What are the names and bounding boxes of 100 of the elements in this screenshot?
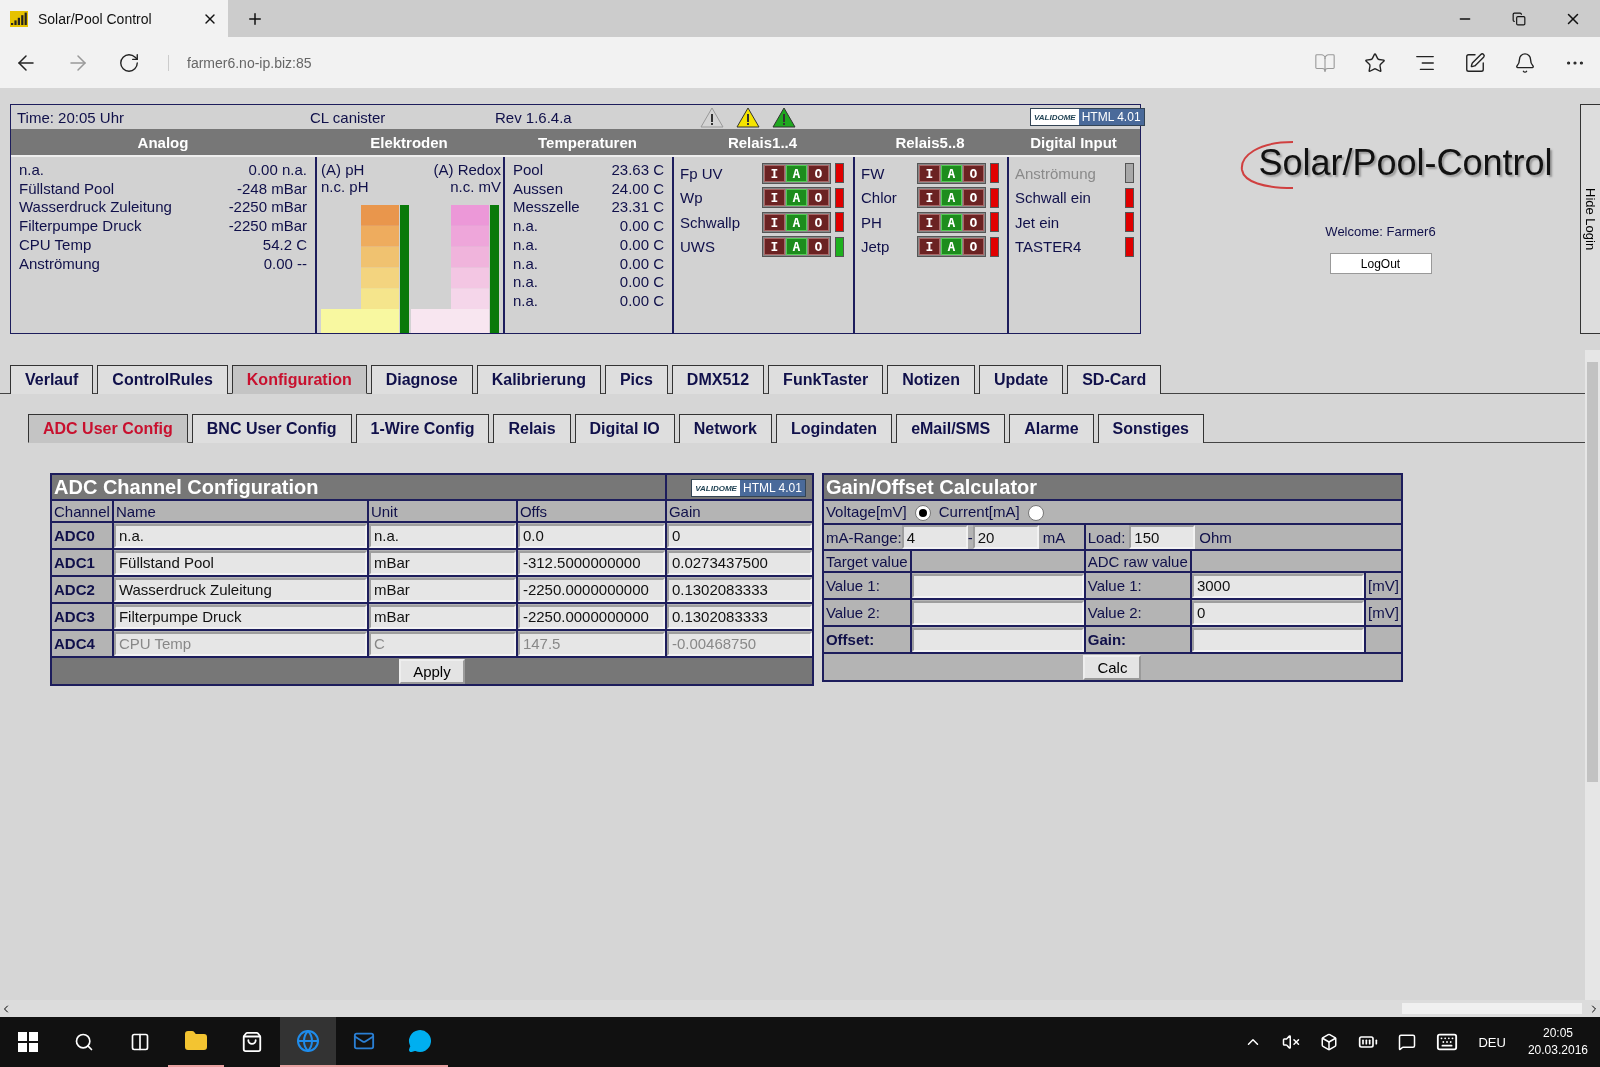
- section-heading: Relais5..8: [894, 132, 966, 153]
- tab[interactable]: Kalibrierung: [476, 365, 601, 394]
- text-field[interactable]: Füllstand Pool: [113, 550, 367, 575]
- sub-tab[interactable]: Network: [678, 414, 772, 443]
- text-field[interactable]: Wasserdruck Zuleitung: [113, 577, 367, 602]
- folder-icon[interactable]: [184, 1029, 208, 1053]
- browser-tab[interactable]: Solar/Pool Control: [0, 0, 228, 37]
- mode-button[interactable]: A: [941, 189, 962, 207]
- mode-button[interactable]: I: [919, 189, 940, 207]
- apply-button[interactable]: Apply: [399, 658, 465, 684]
- chat-icon[interactable]: [408, 1029, 432, 1053]
- keyboard-icon[interactable]: [1436, 1031, 1459, 1053]
- sensor-name: Pool: [513, 161, 544, 180]
- mode-button[interactable]: I: [764, 164, 785, 182]
- text-field[interactable]: 0.1302083333: [666, 604, 812, 629]
- tab[interactable]: DMX512: [671, 365, 765, 394]
- sub-tab[interactable]: Sonstiges: [1097, 414, 1204, 443]
- address-field[interactable]: farmer6.no-ip.biz:85: [168, 54, 312, 71]
- notification-icon[interactable]: [1398, 1033, 1417, 1051]
- radio-button[interactable]: [914, 505, 931, 521]
- text-field[interactable]: mBar: [368, 550, 516, 575]
- radio-button[interactable]: [1027, 505, 1044, 521]
- text-field[interactable]: -312.5000000000: [517, 550, 665, 575]
- windows-icon[interactable]: [18, 1032, 38, 1052]
- calc-button[interactable]: Calc: [1083, 654, 1142, 680]
- text-field[interactable]: 150: [1129, 525, 1196, 549]
- mode-button[interactable]: A: [786, 189, 807, 207]
- mode-button[interactable]: A: [786, 164, 807, 182]
- mode-button[interactable]: O: [963, 213, 984, 231]
- mode-button[interactable]: O: [808, 189, 829, 207]
- box-icon[interactable]: [1320, 1033, 1339, 1051]
- tab[interactable]: Verlauf: [10, 365, 94, 394]
- globe-icon[interactable]: [296, 1029, 320, 1053]
- sub-tab[interactable]: Alarme: [1009, 414, 1094, 443]
- tab[interactable]: Update: [978, 365, 1064, 394]
- column-header: ADC raw value: [1085, 551, 1190, 571]
- text-field[interactable]: 0.0: [517, 523, 665, 548]
- logout-button[interactable]: LogOut: [1329, 253, 1432, 274]
- text-field[interactable]: n.a.: [368, 523, 516, 548]
- text-field[interactable]: n.a.: [113, 523, 367, 548]
- mode-button[interactable]: A: [941, 213, 962, 231]
- store-icon[interactable]: [241, 1031, 263, 1053]
- restore-icon[interactable]: [1512, 11, 1526, 26]
- sub-tab[interactable]: Logindaten: [775, 414, 893, 443]
- mode-button[interactable]: A: [941, 164, 962, 182]
- text-field[interactable]: -2250.0000000000: [517, 604, 665, 629]
- mute-icon[interactable]: [1282, 1033, 1301, 1051]
- text-field[interactable]: [911, 627, 1084, 652]
- text-field[interactable]: 4: [901, 525, 968, 549]
- text-field[interactable]: [911, 573, 1084, 598]
- mode-button[interactable]: I: [764, 213, 785, 231]
- mode-button[interactable]: O: [963, 164, 984, 182]
- mode-button[interactable]: A: [786, 238, 807, 256]
- mode-button[interactable]: I: [764, 238, 785, 256]
- text-field[interactable]: -2250.0000000000: [517, 577, 665, 602]
- text-field[interactable]: mBar: [368, 604, 516, 629]
- sensor-name: Messzelle: [513, 198, 580, 218]
- text-field[interactable]: 3000: [1191, 573, 1364, 598]
- sub-tab[interactable]: Digital IO: [574, 414, 675, 443]
- tab[interactable]: Diagnose: [370, 365, 473, 394]
- text-field[interactable]: 0.1302083333: [666, 577, 812, 602]
- mode-button[interactable]: I: [919, 164, 940, 182]
- hide-login-tab[interactable]: Hide Login: [1580, 104, 1600, 334]
- favorite-icon[interactable]: [1364, 51, 1386, 74]
- tab[interactable]: ControlRules: [97, 365, 228, 394]
- mode-button[interactable]: O: [808, 213, 829, 231]
- text-field[interactable]: Filterpumpe Druck: [113, 604, 367, 629]
- text-field[interactable]: 0: [666, 523, 812, 548]
- mode-button[interactable]: O: [808, 164, 829, 182]
- mode-button[interactable]: I: [764, 189, 785, 207]
- tab[interactable]: Notizen: [887, 365, 975, 394]
- sub-tab[interactable]: 1-Wire Config: [355, 414, 490, 443]
- tab[interactable]: FunkTaster: [768, 365, 884, 394]
- text-field[interactable]: mBar: [368, 577, 516, 602]
- tab[interactable]: Pics: [604, 365, 668, 394]
- scroll-thumb[interactable]: [1587, 362, 1598, 782]
- mail-icon[interactable]: [353, 1030, 375, 1052]
- mode-button[interactable]: I: [919, 213, 940, 231]
- text-field[interactable]: [911, 600, 1084, 625]
- task-view-icon[interactable]: [130, 1032, 150, 1052]
- sub-tab[interactable]: BNC User Config: [191, 414, 352, 443]
- text-field[interactable]: 20: [972, 525, 1039, 549]
- mode-button[interactable]: A: [941, 238, 962, 256]
- text-field[interactable]: [1191, 627, 1364, 652]
- tab[interactable]: SD-Card: [1067, 365, 1162, 394]
- unit-label: Ohm: [1199, 528, 1232, 546]
- refresh-icon[interactable]: [118, 51, 140, 74]
- mode-button[interactable]: O: [808, 238, 829, 256]
- mode-button[interactable]: A: [786, 213, 807, 231]
- mode-button[interactable]: O: [963, 189, 984, 207]
- section-heading: Elektroden: [369, 132, 449, 153]
- text-field[interactable]: 0: [1191, 600, 1364, 625]
- mode-button[interactable]: O: [963, 238, 984, 256]
- reading-view-icon[interactable]: [1314, 51, 1336, 74]
- sub-tab[interactable]: Relais: [493, 414, 571, 443]
- sub-tab[interactable]: eMail/SMS: [896, 414, 1006, 443]
- text-field[interactable]: 0.0273437500: [666, 550, 812, 575]
- mode-button[interactable]: I: [919, 238, 940, 256]
- search-icon[interactable]: [74, 1032, 94, 1052]
- note-icon[interactable]: [1464, 51, 1486, 74]
